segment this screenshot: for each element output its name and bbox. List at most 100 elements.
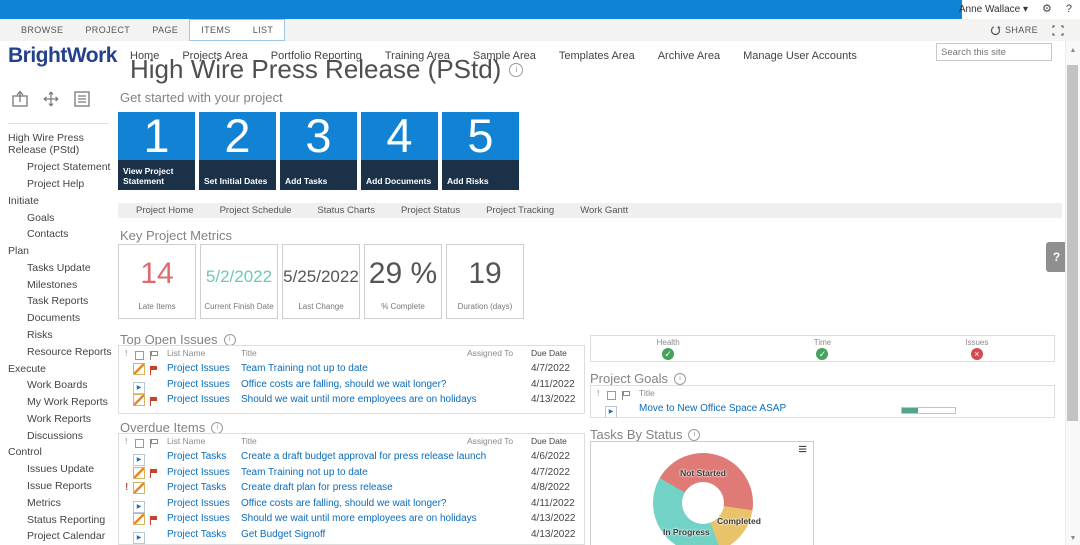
focus-on-content-icon[interactable] <box>1052 25 1064 36</box>
tile-set-initial-dates[interactable]: 2Set Initial Dates <box>199 112 276 190</box>
sidebar-item-documents[interactable]: Documents <box>0 310 116 327</box>
share-button[interactable]: SHARE <box>990 25 1038 36</box>
sidebar-item-risks[interactable]: Risks <box>0 327 116 344</box>
list-name-link[interactable]: Project Tasks <box>167 449 226 465</box>
sidebar-item-milestones[interactable]: Milestones <box>0 276 116 293</box>
item-title-link[interactable]: Should we wait until more employees are … <box>241 511 477 527</box>
sidebar-item-control[interactable]: Control <box>0 444 116 461</box>
settings-gear-icon[interactable]: ⚙ <box>1042 0 1052 19</box>
info-icon[interactable]: i <box>224 334 236 346</box>
sidebar-item-initiate[interactable]: Initiate <box>0 192 116 209</box>
edit-item-icon[interactable] <box>133 363 145 375</box>
ribbon-tab-items[interactable]: ITEMS <box>190 20 242 40</box>
list-name-link[interactable]: Project Tasks <box>167 480 226 496</box>
vertical-scrollbar[interactable]: ▲ ▼ <box>1065 41 1080 545</box>
sidebar-item-status-reporting[interactable]: Status Reporting <box>0 511 116 528</box>
column-list-name[interactable]: List Name <box>167 346 205 362</box>
column-title[interactable]: Title <box>241 346 257 362</box>
edit-item-icon[interactable] <box>133 482 145 494</box>
sidebar-item-plan[interactable]: Plan <box>0 243 116 260</box>
column-assigned-to[interactable]: Assigned To <box>467 346 513 362</box>
list-name-link[interactable]: Project Issues <box>167 361 230 377</box>
promote-page-icon[interactable] <box>9 88 31 115</box>
sidebar-item-metrics[interactable]: Metrics <box>0 494 116 511</box>
tile-add-risks[interactable]: 5Add Risks <box>442 112 519 190</box>
edit-item-icon[interactable] <box>133 513 145 525</box>
scrollbar-thumb[interactable] <box>1067 65 1078 421</box>
view-tab-project-status[interactable]: Project Status <box>401 205 460 216</box>
sidebar-item-work-reports[interactable]: Work Reports <box>0 411 116 428</box>
tile-add-documents[interactable]: 4Add Documents <box>361 112 438 190</box>
sidebar-item-work-boards[interactable]: Work Boards <box>0 377 116 394</box>
info-icon[interactable]: i <box>688 429 700 441</box>
open-item-icon[interactable] <box>133 532 145 544</box>
view-tab-status-charts[interactable]: Status Charts <box>317 205 375 216</box>
sidebar-item-issues-update[interactable]: Issues Update <box>0 461 116 478</box>
sidebar-item-task-reports[interactable]: Task Reports <box>0 293 116 310</box>
item-title-link[interactable]: Create a draft budget approval for press… <box>241 449 486 465</box>
help-icon[interactable]: ? <box>1066 0 1072 19</box>
sidebar-item-high-wire-press-release-pstd[interactable]: High Wire Press Release (PStd) <box>0 130 116 159</box>
user-menu[interactable]: Anne Wallace ▾ <box>959 4 1028 15</box>
item-title-link[interactable]: Get Budget Signoff <box>241 527 325 543</box>
view-tab-project-tracking[interactable]: Project Tracking <box>486 205 554 216</box>
brightwork-logo[interactable]: BrightWork <box>8 44 117 68</box>
outline-list-icon[interactable] <box>71 88 93 115</box>
column-due-date[interactable]: Due Date <box>531 434 567 450</box>
sidebar-item-project-calendar[interactable]: Project Calendar <box>0 528 116 545</box>
list-name-link[interactable]: Project Tasks <box>167 527 226 543</box>
item-title-link[interactable]: Should we wait until more employees are … <box>241 392 477 408</box>
sidebar-item-resource-reports[interactable]: Resource Reports <box>0 343 116 360</box>
info-icon[interactable]: i <box>211 422 223 434</box>
info-icon[interactable]: i <box>674 373 686 385</box>
scroll-up-arrow-icon[interactable]: ▲ <box>1066 47 1080 54</box>
edit-item-icon[interactable] <box>133 394 145 406</box>
ribbon-tab-list[interactable]: LIST <box>242 20 285 40</box>
sidebar-item-tasks-update[interactable]: Tasks Update <box>0 259 116 276</box>
view-tab-work-gantt[interactable]: Work Gantt <box>580 205 628 216</box>
column-due-date[interactable]: Due Date <box>531 346 567 362</box>
column-title[interactable]: Title <box>639 386 655 402</box>
sidebar-item-my-work-reports[interactable]: My Work Reports <box>0 394 116 411</box>
sidebar-item-project-help[interactable]: Project Help <box>0 176 116 193</box>
item-title-link[interactable]: Team Training not up to date <box>241 465 368 481</box>
sidebar-item-execute[interactable]: Execute <box>0 360 116 377</box>
open-item-icon[interactable] <box>605 406 617 418</box>
item-title-link[interactable]: Create draft plan for press release <box>241 480 393 496</box>
ribbon-tab-project[interactable]: PROJECT <box>74 19 141 41</box>
scroll-down-arrow-icon[interactable]: ▼ <box>1066 535 1080 542</box>
sidebar-item-goals[interactable]: Goals <box>0 209 116 226</box>
list-name-link[interactable]: Project Issues <box>167 392 230 408</box>
help-flyout-tab[interactable]: ? <box>1046 242 1067 272</box>
list-name-link[interactable]: Project Issues <box>167 465 230 481</box>
column-title[interactable]: Title <box>241 434 257 450</box>
nav-manage-user-accounts[interactable]: Manage User Accounts <box>743 50 857 62</box>
move-arrows-icon[interactable] <box>40 88 62 115</box>
column-assigned-to[interactable]: Assigned To <box>467 434 513 450</box>
tile-view-project-statement[interactable]: 1View Project Statement <box>118 112 195 190</box>
chart-menu-icon[interactable]: ≡ <box>798 442 807 458</box>
info-icon[interactable]: i <box>509 63 523 77</box>
item-title-link[interactable]: Office costs are falling, should we wait… <box>241 496 446 512</box>
item-title-link[interactable]: Team Training not up to date <box>241 361 368 377</box>
sidebar-item-contacts[interactable]: Contacts <box>0 226 116 243</box>
search-box[interactable] <box>936 43 1052 61</box>
edit-item-icon[interactable] <box>133 467 145 479</box>
list-name-link[interactable]: Project Issues <box>167 511 230 527</box>
sidebar-item-discussions[interactable]: Discussions <box>0 427 116 444</box>
ribbon-tab-page[interactable]: PAGE <box>141 19 189 41</box>
nav-templates-area[interactable]: Templates Area <box>559 50 635 62</box>
list-name-link[interactable]: Project Issues <box>167 377 230 393</box>
goal-title-link[interactable]: Move to New Office Space ASAP <box>639 401 786 417</box>
view-tab-project-home[interactable]: Project Home <box>136 205 194 216</box>
list-name-link[interactable]: Project Issues <box>167 496 230 512</box>
nav-archive-area[interactable]: Archive Area <box>658 50 720 62</box>
tile-add-tasks[interactable]: 3Add Tasks <box>280 112 357 190</box>
search-input[interactable] <box>937 47 1077 58</box>
view-tab-project-schedule[interactable]: Project Schedule <box>220 205 292 216</box>
column-list-name[interactable]: List Name <box>167 434 205 450</box>
sidebar-item-project-statement[interactable]: Project Statement <box>0 159 116 176</box>
sidebar-item-issue-reports[interactable]: Issue Reports <box>0 478 116 495</box>
ribbon-tab-browse[interactable]: BROWSE <box>10 19 74 41</box>
item-title-link[interactable]: Office costs are falling, should we wait… <box>241 377 446 393</box>
